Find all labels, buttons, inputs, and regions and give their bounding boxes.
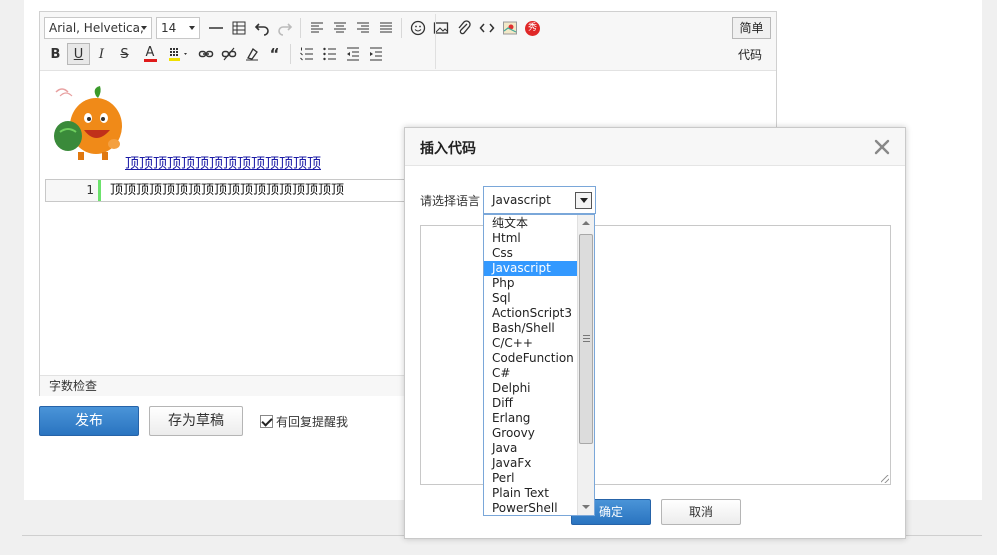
table-icon[interactable] <box>227 17 250 39</box>
language-option[interactable]: Css <box>484 246 578 261</box>
quote-glyph: “ <box>269 45 280 63</box>
language-option[interactable]: Bash/Shell <box>484 321 578 336</box>
font-color-icon[interactable]: A <box>136 43 164 65</box>
grip-icon <box>583 335 590 342</box>
align-center-icon[interactable] <box>328 17 351 39</box>
language-option[interactable]: Html <box>484 231 578 246</box>
dropdown-scrollbar[interactable] <box>577 215 594 515</box>
code-icon[interactable] <box>475 17 498 39</box>
close-icon[interactable] <box>871 136 893 158</box>
language-option[interactable]: Groovy <box>484 426 578 441</box>
redo-icon[interactable] <box>273 17 296 39</box>
orange-mascot-image <box>48 82 128 162</box>
language-option[interactable]: 纯文本 <box>484 216 578 231</box>
show-icon[interactable]: 秀 <box>521 17 544 39</box>
language-option[interactable]: C# <box>484 366 578 381</box>
chevron-down-icon <box>189 26 195 30</box>
image-icon[interactable] <box>429 17 452 39</box>
language-option[interactable]: Perl <box>484 471 578 486</box>
font-color-glyph: A <box>145 44 155 60</box>
bold-glyph: B <box>50 46 61 62</box>
language-option[interactable]: Delphi <box>484 381 578 396</box>
horizontal-rule-icon[interactable] <box>204 17 227 39</box>
unlink-icon[interactable] <box>217 43 240 65</box>
language-option[interactable]: Erlang <box>484 411 578 426</box>
link-icon[interactable] <box>194 43 217 65</box>
language-option[interactable]: ActionScript3 <box>484 306 578 321</box>
font-family-value: Arial, Helvetica, <box>49 21 144 35</box>
bold-icon[interactable]: B <box>44 43 67 65</box>
publish-button[interactable]: 发布 <box>39 406 139 436</box>
reply-remind-checkbox[interactable] <box>260 415 273 428</box>
language-label: 请选择语言 <box>420 194 481 208</box>
language-option[interactable]: Javascript <box>484 261 578 276</box>
toolbar-row-1: Arial, Helvetica, 14 秀 <box>44 16 544 40</box>
code-line-text: 顶顶顶顶顶顶顶顶顶顶顶顶顶顶顶顶顶顶 <box>110 183 345 198</box>
dialog-header: 插入代码 <box>405 128 905 166</box>
language-option[interactable]: C/C++ <box>484 336 578 351</box>
ordered-list-icon[interactable] <box>295 43 318 65</box>
resize-grip-icon[interactable] <box>881 475 889 483</box>
font-size-select[interactable]: 14 <box>156 17 200 39</box>
align-justify-icon[interactable] <box>374 17 397 39</box>
chevron-down-icon[interactable] <box>575 192 592 209</box>
code-mode-button[interactable]: 代码 <box>738 46 762 63</box>
cancel-button[interactable]: 取消 <box>661 499 741 525</box>
content-link[interactable]: 顶顶顶顶顶顶顶顶顶顶顶顶顶顶 <box>125 153 321 173</box>
reply-remind-option[interactable]: 有回复提醒我 <box>260 413 348 430</box>
outdent-icon[interactable] <box>341 43 364 65</box>
scroll-down-icon[interactable] <box>582 505 590 509</box>
align-left-icon[interactable] <box>305 17 328 39</box>
font-color-swatch <box>143 58 157 62</box>
save-draft-button[interactable]: 存为草稿 <box>149 406 243 436</box>
blockquote-icon[interactable]: “ <box>263 43 286 65</box>
scroll-up-icon[interactable] <box>582 221 590 225</box>
language-select-value: Javascript <box>492 193 551 207</box>
scrollbar-thumb[interactable] <box>579 234 593 444</box>
code-block[interactable]: 1 顶顶顶顶顶顶顶顶顶顶顶顶顶顶顶顶顶顶 <box>45 179 445 202</box>
simple-mode-button[interactable]: 简单 <box>732 17 771 39</box>
attachment-icon[interactable] <box>452 17 475 39</box>
map-icon[interactable] <box>498 17 521 39</box>
line-number: 1 <box>46 180 101 201</box>
emoji-icon[interactable] <box>406 17 429 39</box>
language-option[interactable]: Diff <box>484 396 578 411</box>
align-right-icon[interactable] <box>351 17 374 39</box>
toolbar-row-2: B U I S A “ <box>44 42 387 66</box>
editor-toolbar: Arial, Helvetica, 14 秀 B U I S A “ 简单 代码 <box>40 12 776 71</box>
font-family-select[interactable]: Arial, Helvetica, <box>44 17 152 39</box>
toolbar-divider <box>300 18 301 38</box>
insert-code-dialog: 插入代码 请选择语言 Javascript 确定 取消 <box>404 127 906 539</box>
toolbar-divider <box>401 18 402 38</box>
underline-glyph: U <box>73 46 84 62</box>
background-color-icon[interactable] <box>164 43 194 65</box>
chevron-down-icon <box>141 26 147 30</box>
italic-icon[interactable]: I <box>90 43 113 65</box>
underline-icon[interactable]: U <box>67 43 90 65</box>
language-option[interactable]: CodeFunction <box>484 351 578 366</box>
undo-icon[interactable] <box>250 17 273 39</box>
font-size-value: 14 <box>161 21 177 35</box>
language-option[interactable]: Php <box>484 276 578 291</box>
language-option[interactable]: Plain Text <box>484 486 578 501</box>
indent-icon[interactable] <box>364 43 387 65</box>
strike-glyph: S <box>120 46 129 62</box>
toolbar-divider <box>290 44 291 64</box>
italic-glyph: I <box>98 46 105 62</box>
toolbar-divider <box>435 14 436 69</box>
language-option[interactable]: PowerShell <box>484 501 578 515</box>
dialog-title: 插入代码 <box>420 141 476 157</box>
language-dropdown-list[interactable]: 纯文本 Html Css Javascript Php Sql ActionScript3 B… <box>483 214 595 516</box>
reply-remind-label: 有回复提醒我 <box>276 415 349 429</box>
language-option[interactable]: JavaFx <box>484 456 578 471</box>
language-option[interactable]: Sql <box>484 291 578 306</box>
language-option[interactable]: Java <box>484 441 578 456</box>
clear-format-icon[interactable] <box>240 43 263 65</box>
language-select[interactable]: Javascript <box>483 186 596 214</box>
strikethrough-icon[interactable]: S <box>113 43 136 65</box>
unordered-list-icon[interactable] <box>318 43 341 65</box>
